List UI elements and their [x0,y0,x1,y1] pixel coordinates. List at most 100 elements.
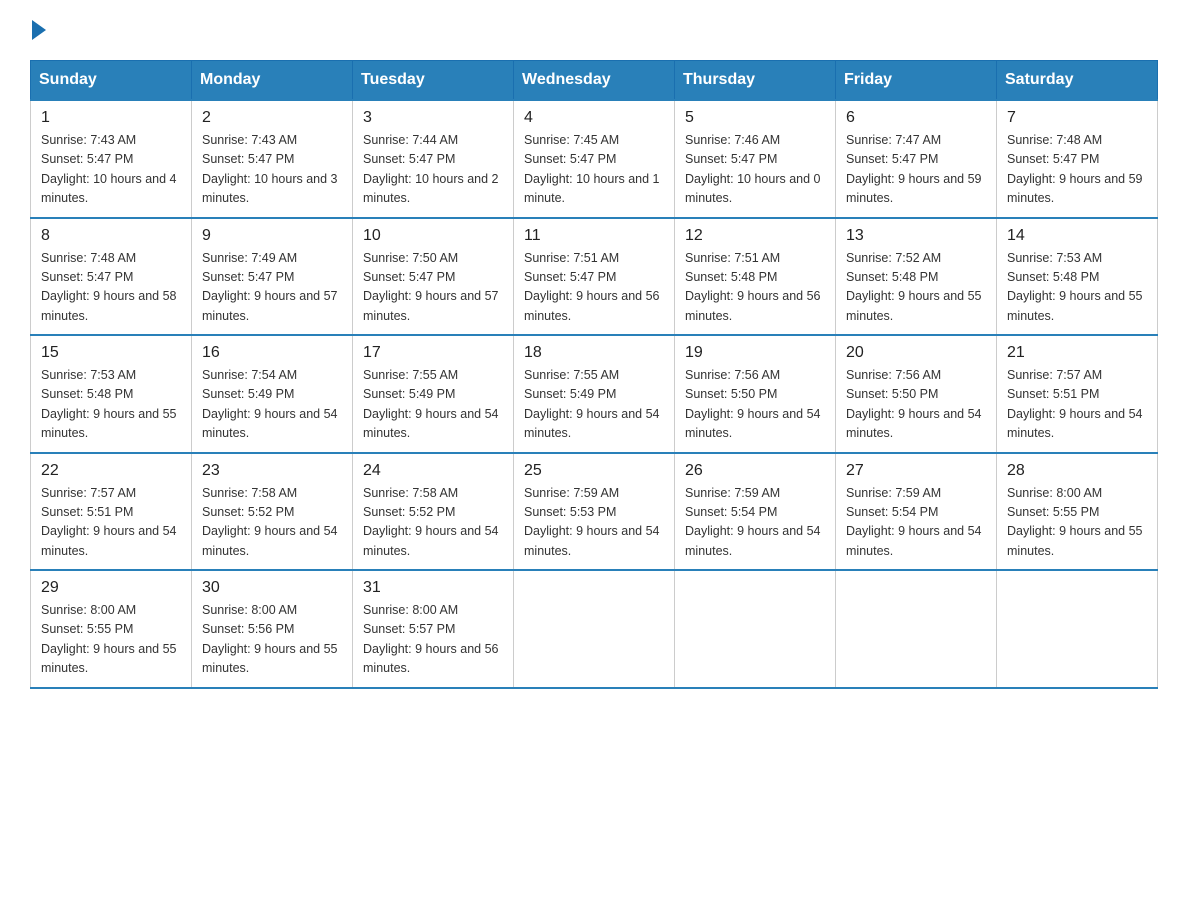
day-info: Sunrise: 7:46 AMSunset: 5:47 PMDaylight:… [685,133,821,205]
day-number: 11 [524,227,664,245]
calendar-cell [997,570,1158,688]
calendar-cell: 18 Sunrise: 7:55 AMSunset: 5:49 PMDaylig… [514,335,675,453]
day-number: 28 [1007,462,1147,480]
calendar-week-row: 29 Sunrise: 8:00 AMSunset: 5:55 PMDaylig… [31,570,1158,688]
day-info: Sunrise: 7:56 AMSunset: 5:50 PMDaylight:… [846,368,982,440]
day-number: 25 [524,462,664,480]
day-info: Sunrise: 7:59 AMSunset: 5:54 PMDaylight:… [846,486,982,558]
day-info: Sunrise: 7:45 AMSunset: 5:47 PMDaylight:… [524,133,660,205]
calendar-cell: 23 Sunrise: 7:58 AMSunset: 5:52 PMDaylig… [192,453,353,571]
day-info: Sunrise: 7:52 AMSunset: 5:48 PMDaylight:… [846,251,982,323]
day-info: Sunrise: 7:47 AMSunset: 5:47 PMDaylight:… [846,133,982,205]
day-number: 8 [41,227,181,245]
calendar-cell: 10 Sunrise: 7:50 AMSunset: 5:47 PMDaylig… [353,218,514,336]
day-number: 16 [202,344,342,362]
day-info: Sunrise: 7:59 AMSunset: 5:53 PMDaylight:… [524,486,660,558]
day-info: Sunrise: 7:54 AMSunset: 5:49 PMDaylight:… [202,368,338,440]
col-header-saturday: Saturday [997,61,1158,101]
col-header-wednesday: Wednesday [514,61,675,101]
logo-arrow-icon [32,20,46,40]
page-header [30,20,1158,40]
day-number: 24 [363,462,503,480]
day-info: Sunrise: 7:53 AMSunset: 5:48 PMDaylight:… [1007,251,1143,323]
day-number: 26 [685,462,825,480]
day-info: Sunrise: 7:49 AMSunset: 5:47 PMDaylight:… [202,251,338,323]
calendar-cell: 2 Sunrise: 7:43 AMSunset: 5:47 PMDayligh… [192,100,353,218]
day-number: 30 [202,579,342,597]
day-info: Sunrise: 7:48 AMSunset: 5:47 PMDaylight:… [41,251,177,323]
calendar-cell: 26 Sunrise: 7:59 AMSunset: 5:54 PMDaylig… [675,453,836,571]
day-info: Sunrise: 8:00 AMSunset: 5:55 PMDaylight:… [1007,486,1143,558]
day-info: Sunrise: 7:58 AMSunset: 5:52 PMDaylight:… [202,486,338,558]
calendar-week-row: 22 Sunrise: 7:57 AMSunset: 5:51 PMDaylig… [31,453,1158,571]
day-number: 12 [685,227,825,245]
day-number: 9 [202,227,342,245]
calendar-cell: 17 Sunrise: 7:55 AMSunset: 5:49 PMDaylig… [353,335,514,453]
calendar-cell: 25 Sunrise: 7:59 AMSunset: 5:53 PMDaylig… [514,453,675,571]
day-number: 17 [363,344,503,362]
calendar-cell: 12 Sunrise: 7:51 AMSunset: 5:48 PMDaylig… [675,218,836,336]
day-number: 31 [363,579,503,597]
day-info: Sunrise: 7:51 AMSunset: 5:47 PMDaylight:… [524,251,660,323]
day-number: 1 [41,109,181,127]
calendar-cell: 31 Sunrise: 8:00 AMSunset: 5:57 PMDaylig… [353,570,514,688]
calendar-cell: 8 Sunrise: 7:48 AMSunset: 5:47 PMDayligh… [31,218,192,336]
day-info: Sunrise: 7:51 AMSunset: 5:48 PMDaylight:… [685,251,821,323]
day-info: Sunrise: 7:57 AMSunset: 5:51 PMDaylight:… [1007,368,1143,440]
calendar-cell: 1 Sunrise: 7:43 AMSunset: 5:47 PMDayligh… [31,100,192,218]
calendar-cell [836,570,997,688]
calendar-cell: 24 Sunrise: 7:58 AMSunset: 5:52 PMDaylig… [353,453,514,571]
day-info: Sunrise: 7:59 AMSunset: 5:54 PMDaylight:… [685,486,821,558]
day-number: 4 [524,109,664,127]
day-number: 20 [846,344,986,362]
day-number: 22 [41,462,181,480]
day-info: Sunrise: 7:56 AMSunset: 5:50 PMDaylight:… [685,368,821,440]
day-number: 15 [41,344,181,362]
col-header-thursday: Thursday [675,61,836,101]
day-number: 23 [202,462,342,480]
day-info: Sunrise: 7:44 AMSunset: 5:47 PMDaylight:… [363,133,499,205]
day-info: Sunrise: 7:50 AMSunset: 5:47 PMDaylight:… [363,251,499,323]
day-info: Sunrise: 7:57 AMSunset: 5:51 PMDaylight:… [41,486,177,558]
day-info: Sunrise: 7:53 AMSunset: 5:48 PMDaylight:… [41,368,177,440]
day-number: 27 [846,462,986,480]
day-number: 2 [202,109,342,127]
calendar-cell: 28 Sunrise: 8:00 AMSunset: 5:55 PMDaylig… [997,453,1158,571]
day-info: Sunrise: 7:55 AMSunset: 5:49 PMDaylight:… [363,368,499,440]
day-number: 14 [1007,227,1147,245]
calendar-cell: 30 Sunrise: 8:00 AMSunset: 5:56 PMDaylig… [192,570,353,688]
calendar-header-row: SundayMondayTuesdayWednesdayThursdayFrid… [31,61,1158,101]
day-number: 5 [685,109,825,127]
day-number: 29 [41,579,181,597]
calendar-cell: 15 Sunrise: 7:53 AMSunset: 5:48 PMDaylig… [31,335,192,453]
calendar-cell: 9 Sunrise: 7:49 AMSunset: 5:47 PMDayligh… [192,218,353,336]
day-number: 21 [1007,344,1147,362]
calendar-table: SundayMondayTuesdayWednesdayThursdayFrid… [30,60,1158,689]
calendar-week-row: 1 Sunrise: 7:43 AMSunset: 5:47 PMDayligh… [31,100,1158,218]
day-number: 19 [685,344,825,362]
day-info: Sunrise: 7:58 AMSunset: 5:52 PMDaylight:… [363,486,499,558]
day-info: Sunrise: 8:00 AMSunset: 5:56 PMDaylight:… [202,603,338,675]
day-number: 3 [363,109,503,127]
day-info: Sunrise: 7:48 AMSunset: 5:47 PMDaylight:… [1007,133,1143,205]
calendar-cell: 4 Sunrise: 7:45 AMSunset: 5:47 PMDayligh… [514,100,675,218]
day-number: 6 [846,109,986,127]
calendar-cell: 14 Sunrise: 7:53 AMSunset: 5:48 PMDaylig… [997,218,1158,336]
day-info: Sunrise: 8:00 AMSunset: 5:57 PMDaylight:… [363,603,499,675]
day-number: 18 [524,344,664,362]
calendar-cell: 22 Sunrise: 7:57 AMSunset: 5:51 PMDaylig… [31,453,192,571]
calendar-cell: 29 Sunrise: 8:00 AMSunset: 5:55 PMDaylig… [31,570,192,688]
day-info: Sunrise: 8:00 AMSunset: 5:55 PMDaylight:… [41,603,177,675]
col-header-monday: Monday [192,61,353,101]
calendar-cell [675,570,836,688]
calendar-cell: 6 Sunrise: 7:47 AMSunset: 5:47 PMDayligh… [836,100,997,218]
day-number: 10 [363,227,503,245]
day-info: Sunrise: 7:55 AMSunset: 5:49 PMDaylight:… [524,368,660,440]
calendar-week-row: 8 Sunrise: 7:48 AMSunset: 5:47 PMDayligh… [31,218,1158,336]
calendar-cell: 5 Sunrise: 7:46 AMSunset: 5:47 PMDayligh… [675,100,836,218]
calendar-cell: 19 Sunrise: 7:56 AMSunset: 5:50 PMDaylig… [675,335,836,453]
day-number: 7 [1007,109,1147,127]
calendar-cell: 27 Sunrise: 7:59 AMSunset: 5:54 PMDaylig… [836,453,997,571]
calendar-week-row: 15 Sunrise: 7:53 AMSunset: 5:48 PMDaylig… [31,335,1158,453]
logo [30,20,48,40]
